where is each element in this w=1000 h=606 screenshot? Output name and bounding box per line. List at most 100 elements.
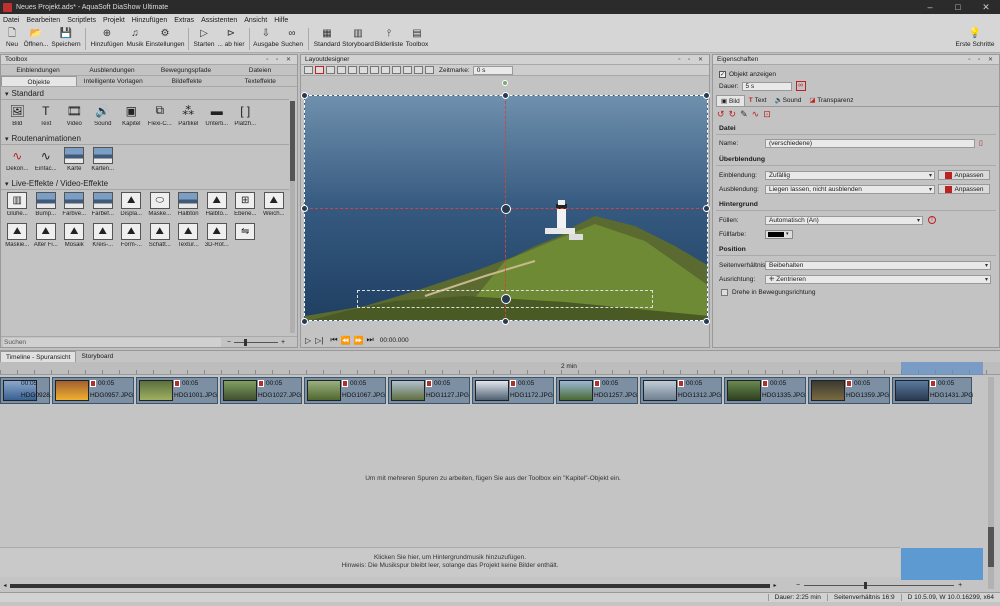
ausblendung-anpassen-button[interactable]: Anpassen: [938, 184, 990, 194]
align-icon[interactable]: [381, 66, 390, 74]
resize-handle-r[interactable]: [703, 205, 710, 212]
play-icon[interactable]: ▷: [305, 336, 311, 345]
tool-bild[interactable]: 🖼 Bild: [3, 102, 32, 133]
close-button[interactable]: ✕: [972, 2, 1000, 13]
zoom-slider-thumb[interactable]: [864, 582, 868, 589]
effect-kreis[interactable]: ⛰ Kreis-...: [89, 223, 118, 254]
scrollbar-thumb[interactable]: [988, 527, 994, 567]
fuellfarbe-picker[interactable]: ▾: [765, 229, 793, 239]
tool-flexi-collage[interactable]: ⧉ Flexi-C...: [146, 102, 175, 133]
resize-handle-tl[interactable]: [301, 92, 308, 99]
crop-tool-icon[interactable]: [326, 66, 335, 74]
tab-text[interactable]: T Text: [745, 95, 771, 106]
menu-bearbeiten[interactable]: Bearbeiten: [26, 17, 60, 24]
menu-datei[interactable]: Datei: [3, 17, 19, 24]
link-duration-icon[interactable]: ∞: [795, 81, 806, 91]
tab-bild[interactable]: ▣ Bild: [716, 95, 745, 106]
skip-back-icon[interactable]: ⏮: [330, 335, 337, 345]
resize-handle-b[interactable]: [502, 318, 509, 325]
storyboard-button[interactable]: ▥ Storyboard: [342, 26, 374, 53]
effect-ebene[interactable]: ⊞ Ebene...: [231, 192, 260, 223]
clip[interactable]: 00:05 HDG1067.JPG: [304, 377, 386, 404]
clip[interactable]: 00:05 HDG1335.JPG: [724, 377, 806, 404]
music-track-selection[interactable]: [901, 548, 983, 580]
tool-karte[interactable]: Karte: [60, 147, 89, 178]
tab-storyboard[interactable]: Storyboard: [76, 351, 118, 362]
timeline-hscrollbar[interactable]: [10, 583, 770, 588]
rotate-left-icon[interactable]: ↺: [717, 109, 725, 120]
tool-text[interactable]: T Text: [32, 102, 61, 133]
clip[interactable]: 00:05 HDG1257.JPG: [556, 377, 638, 404]
step-back-icon[interactable]: ⏪: [341, 336, 351, 345]
crop-icon[interactable]: ⊡: [763, 109, 771, 120]
name-field[interactable]: (verschiedene): [765, 138, 975, 148]
zoom-in-icon[interactable]: +: [281, 339, 285, 346]
tab-bewegungspfade[interactable]: Bewegungspfade: [149, 65, 223, 75]
tab-transparenz[interactable]: ◪ Transparenz: [805, 95, 857, 106]
menu-extras[interactable]: Extras: [174, 17, 194, 24]
menu-assistenten[interactable]: Assistenten: [201, 17, 237, 24]
resize-handle-t[interactable]: [502, 92, 509, 99]
rotate-handle[interactable]: [502, 80, 508, 86]
effect-extra[interactable]: ⇋: [231, 223, 260, 254]
zoom-fit-icon[interactable]: [359, 66, 368, 74]
section-routenanimationen[interactable]: ▾ Routenanimationen: [1, 133, 289, 145]
panel-controls[interactable]: ▫ ▫ ✕: [266, 56, 294, 63]
effect-farbverlauf[interactable]: Farbve...: [60, 192, 89, 223]
output-button[interactable]: ⇩ Ausgabe: [253, 26, 279, 53]
clip[interactable]: 00:05 HDG0928.JPG: [0, 377, 64, 404]
tab-bildeffekte[interactable]: Bildeffekte: [150, 76, 224, 86]
add-object-icon[interactable]: [403, 66, 412, 74]
new-button[interactable]: 🗋 Neu: [2, 26, 22, 53]
scroll-right-icon[interactable]: ▸: [770, 582, 780, 589]
menu-scriptlets[interactable]: Scriptlets: [67, 17, 96, 24]
scrollbar-thumb[interactable]: [290, 101, 295, 181]
effect-form[interactable]: ⛰ Form-...: [117, 223, 146, 254]
panel-controls[interactable]: ▫ ▫ ✕: [678, 56, 706, 63]
menu-hilfe[interactable]: Hilfe: [274, 17, 288, 24]
tab-ausblendungen[interactable]: Ausblendungen: [75, 65, 149, 75]
tab-texteffekte[interactable]: Texteffekte: [224, 76, 298, 86]
file-browse-icon[interactable]: ▯: [979, 139, 983, 147]
seitenverhaeltnis-select[interactable]: Beibehalten ▾: [765, 260, 991, 270]
clip[interactable]: 00:05 HDG1172.JPG: [472, 377, 554, 404]
show-object-checkbox[interactable]: ✓: [719, 70, 726, 78]
effect-schatten[interactable]: ⛰ Schatt...: [146, 223, 175, 254]
search-button[interactable]: ∞ Suchen: [279, 26, 305, 53]
tab-objekte[interactable]: Objekte: [1, 76, 77, 86]
center-handle[interactable]: [501, 204, 511, 214]
tab-intelligente-vorlagen[interactable]: Intelligente Vorlagen: [77, 76, 151, 86]
tool-sound[interactable]: 🔊 Sound: [89, 102, 118, 133]
zoom-out-icon[interactable]: [348, 66, 357, 74]
resize-handle-bl[interactable]: [301, 318, 308, 325]
tool-video[interactable]: 🎞 Video: [60, 102, 89, 133]
tool-partikel[interactable]: ⁂ Partikel: [174, 102, 203, 133]
section-standard[interactable]: ▾ Standard: [1, 88, 289, 100]
effect-displacement[interactable]: ⛰ Displa...: [117, 192, 146, 223]
fuellen-select[interactable]: Automatisch (An) ▾: [765, 215, 923, 225]
maximize-button[interactable]: □: [944, 2, 972, 12]
tool-karten-route[interactable]: Karten...: [89, 147, 118, 178]
clip[interactable]: 00:05 HDG1312.JPG: [640, 377, 722, 404]
clip[interactable]: 00:05 HDG1359.JPG: [808, 377, 890, 404]
settings-button[interactable]: ⚙ Einstellungen: [145, 26, 185, 53]
ausrichtung-select[interactable]: ⁜ Zentrieren ▾: [765, 274, 991, 284]
scroll-left-icon[interactable]: ◂: [0, 582, 10, 589]
toolbox-scrollbar[interactable]: [290, 101, 295, 333]
tool-einfach[interactable]: ∿ Einfac...: [32, 147, 61, 178]
search-input[interactable]: Suchen: [3, 337, 221, 347]
tool-dekoriert[interactable]: ∿ Dekori...: [3, 147, 32, 178]
effect-maskierung[interactable]: ⛰ Maskie...: [3, 223, 32, 254]
zoom-in-icon[interactable]: [337, 66, 346, 74]
effect-mosaik[interactable]: ⛰ Mosaik: [60, 223, 89, 254]
timeline-zoom-in-icon[interactable]: +: [958, 582, 962, 589]
tool-untertitel[interactable]: ▬ Unterti...: [203, 102, 232, 133]
music-button[interactable]: ♫ Musik: [125, 26, 145, 53]
effect-gluehen[interactable]: ▥ Glühe...: [3, 192, 32, 223]
skip-forward-icon[interactable]: ⏭: [367, 335, 374, 345]
standard-view-button[interactable]: ▦ Standard: [312, 26, 342, 53]
layer-icon[interactable]: [425, 66, 434, 74]
link-icon[interactable]: [392, 66, 401, 74]
grid-icon[interactable]: [370, 66, 379, 74]
einblendung-select[interactable]: Zufällig ▾: [765, 170, 935, 180]
